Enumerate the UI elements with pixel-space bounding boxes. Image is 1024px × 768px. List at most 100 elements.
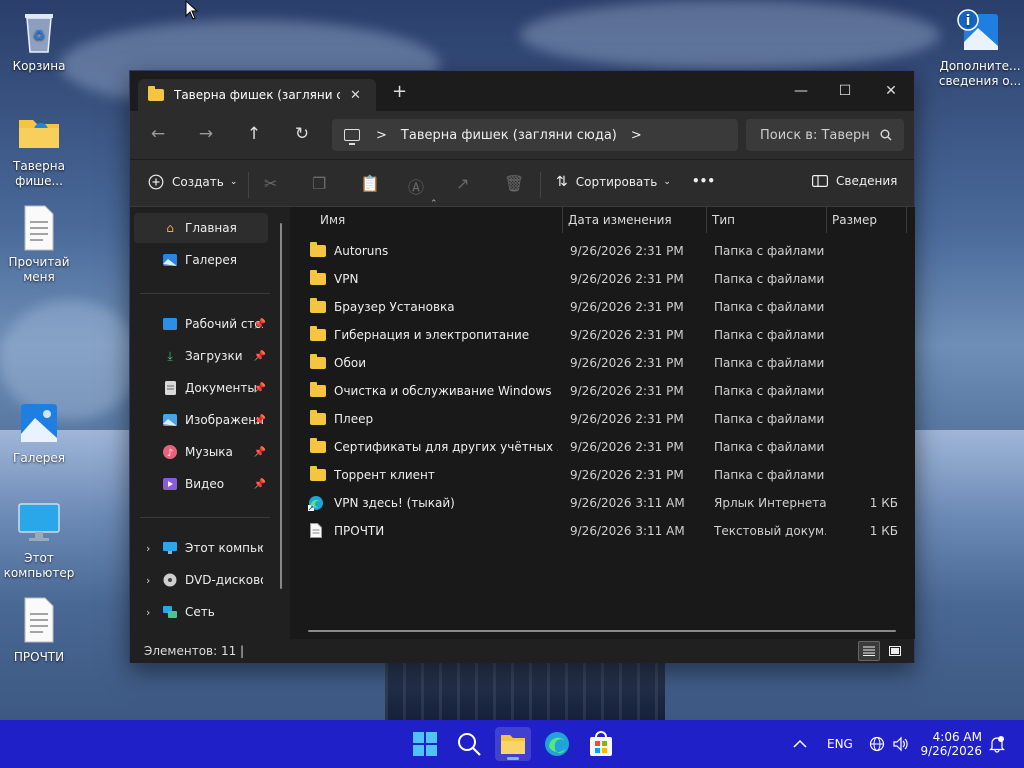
sidebar-item-pictures[interactable]: Изображения 📌 [134,405,268,435]
file-row[interactable]: Торрент клиент 9/26/2026 2:31 PM Папка с ф… [306,461,906,489]
chevron-right-icon[interactable]: › [146,606,150,619]
column-header-name[interactable]: Имя [320,207,345,233]
column-divider[interactable] [562,207,563,233]
folder-icon [310,298,326,313]
column-divider[interactable] [906,207,907,233]
cut-button[interactable]: ✂ [264,174,277,193]
sidebar-item-network[interactable]: › Сеть [134,597,268,627]
clock[interactable]: 4:06 AM 9/26/2026 [920,720,982,768]
tab-tavern[interactable]: Таверна фишек (загляни сюда) ✕ [138,79,376,111]
pin-icon[interactable]: 📌 [254,351,266,362]
desktop-icon-prochti[interactable]: ПРОЧТИ [1,596,77,665]
sidebar-item-this-pc[interactable]: › Этот компьютер [134,533,268,563]
desktop-icon-tavern-folder[interactable]: Таверна фише... [1,108,77,189]
new-button[interactable]: Создать ⌄ [148,174,237,190]
column-divider[interactable] [706,207,707,233]
copy-button[interactable]: ❐ [312,174,326,193]
sidebar-item-documents[interactable]: Документы 📌 [134,373,268,403]
folder-icon [15,108,63,156]
notifications-button[interactable] [988,720,1006,768]
dvd-icon [162,573,178,587]
network-button[interactable] [869,720,885,768]
chevron-right-icon[interactable]: › [146,574,150,587]
tiles-view-button[interactable] [884,641,906,661]
file-row[interactable]: Сертификаты для других учётных запи... 9/… [306,433,906,461]
details-button[interactable]: Сведения [812,174,897,188]
desktop-icon-this-pc[interactable]: Этот компьютер [1,500,77,581]
sidebar-item-video[interactable]: Видео 📌 [134,469,268,499]
file-row[interactable]: Очистка и обслуживание Windows 9/26/2026 … [306,377,906,405]
taskbar-edge[interactable] [542,729,572,759]
column-divider[interactable] [826,207,827,233]
language-indicator[interactable]: ENG [827,720,853,768]
close-button[interactable]: ✕ [868,77,914,105]
pin-icon[interactable]: 📌 [254,319,266,330]
share-button[interactable]: ↗ [456,174,469,193]
taskbar-store[interactable] [586,729,616,759]
search-box[interactable]: Поиск в: Таверна фишек [746,119,904,151]
up-button[interactable]: ↑ [242,124,266,146]
address-bar[interactable]: > Таверна фишек (загляни сюда) > [332,119,738,151]
start-button[interactable] [410,729,440,759]
sidebar-item-desktop[interactable]: Рабочий стол 📌 [134,309,268,339]
minimize-button[interactable]: — [778,77,824,105]
sidebar-item-music[interactable]: ♪ Музыка 📌 [134,437,268,467]
refresh-button[interactable]: ↻ [290,124,314,146]
file-date: 9/26/2026 2:31 PM [570,272,684,286]
forward-button[interactable]: → [194,124,218,146]
desktop-icon-gallery[interactable]: Галерея [1,400,77,466]
search-input[interactable]: Поиск в: Таверна фишек [760,128,870,143]
folder-icon [310,438,326,453]
pin-icon[interactable]: 📌 [254,447,266,458]
paste-button[interactable]: 📋 [360,174,380,193]
tray-overflow-button[interactable] [793,720,807,768]
sidebar-item-dvd[interactable]: › DVD-дисковод (D:) [134,565,268,595]
sort-button[interactable]: ⇅ Сортировать ⌄ [556,174,671,190]
desktop-icon-recycle-bin[interactable]: ♻ Корзина [1,8,77,74]
maximize-button[interactable]: ☐ [822,77,868,105]
file-size: 1 КБ [869,524,898,538]
details-view-button[interactable] [858,641,880,661]
file-row[interactable]: ПРОЧТИ 9/26/2026 3:11 AM Текстовый докум..… [306,517,906,545]
delete-button[interactable]: 🗑 [504,174,524,193]
taskbar-file-explorer[interactable] [495,727,531,761]
file-row[interactable]: Браузер Установка 9/26/2026 2:31 PM Папка … [306,293,906,321]
pin-icon[interactable]: 📌 [254,415,266,426]
desktop-icon-readme[interactable]: Прочитай меня [1,204,77,285]
file-type: Текстовый докум... [714,524,826,538]
folder-icon [310,466,326,481]
breadcrumb-current-folder[interactable]: Таверна фишек (загляни сюда) [401,128,617,143]
more-options-button[interactable]: ••• [692,174,715,188]
search-button[interactable] [454,729,484,759]
file-row[interactable]: Плеер 9/26/2026 2:31 PM Папка с файлами [306,405,906,433]
file-row[interactable]: Обои 9/26/2026 2:31 PM Папка с файлами [306,349,906,377]
pin-icon[interactable]: 📌 [254,479,266,490]
clock-date: 9/26/2026 [920,744,982,758]
volume-button[interactable] [892,720,910,768]
breadcrumb-expand-icon[interactable]: > [631,128,642,143]
file-name: ПРОЧТИ [334,524,385,538]
desktop-icon-info[interactable]: i Дополните... сведения о... [938,8,1022,89]
new-tab-button[interactable]: + [392,83,407,101]
sidebar-scrollbar[interactable] [280,223,282,589]
column-header-date[interactable]: Дата изменения [568,207,672,233]
column-header-size[interactable]: Размер [832,207,877,233]
back-button[interactable]: ← [146,124,170,146]
file-row[interactable]: VPN здесь! (тыкай) 9/26/2026 3:11 AM Ярлык… [306,489,906,517]
tab-close-icon[interactable]: ✕ [350,88,361,103]
rename-button[interactable]: Ⓐ [408,174,424,198]
horizontal-scrollbar[interactable] [308,630,896,632]
breadcrumb-separator-icon[interactable]: > [376,128,387,143]
file-row[interactable]: Гибернация и электропитание 9/26/2026 2:3… [306,321,906,349]
file-row[interactable]: Autoruns 9/26/2026 2:31 PM Папка с файлами [306,237,906,265]
sidebar-item-gallery[interactable]: Галерея [134,245,268,275]
divider [140,293,270,294]
column-header-type[interactable]: Тип [712,207,735,233]
sidebar-item-label: Галерея [185,253,237,267]
sidebar-item-home[interactable]: ⌂ Главная [134,213,268,243]
file-row[interactable]: VPN 9/26/2026 2:31 PM Папка с файлами [306,265,906,293]
chevron-right-icon[interactable]: › [146,542,150,555]
pin-icon[interactable]: 📌 [254,383,266,394]
monitor-icon [344,129,360,145]
sidebar-item-downloads[interactable]: ⤓ Загрузки 📌 [134,341,268,371]
